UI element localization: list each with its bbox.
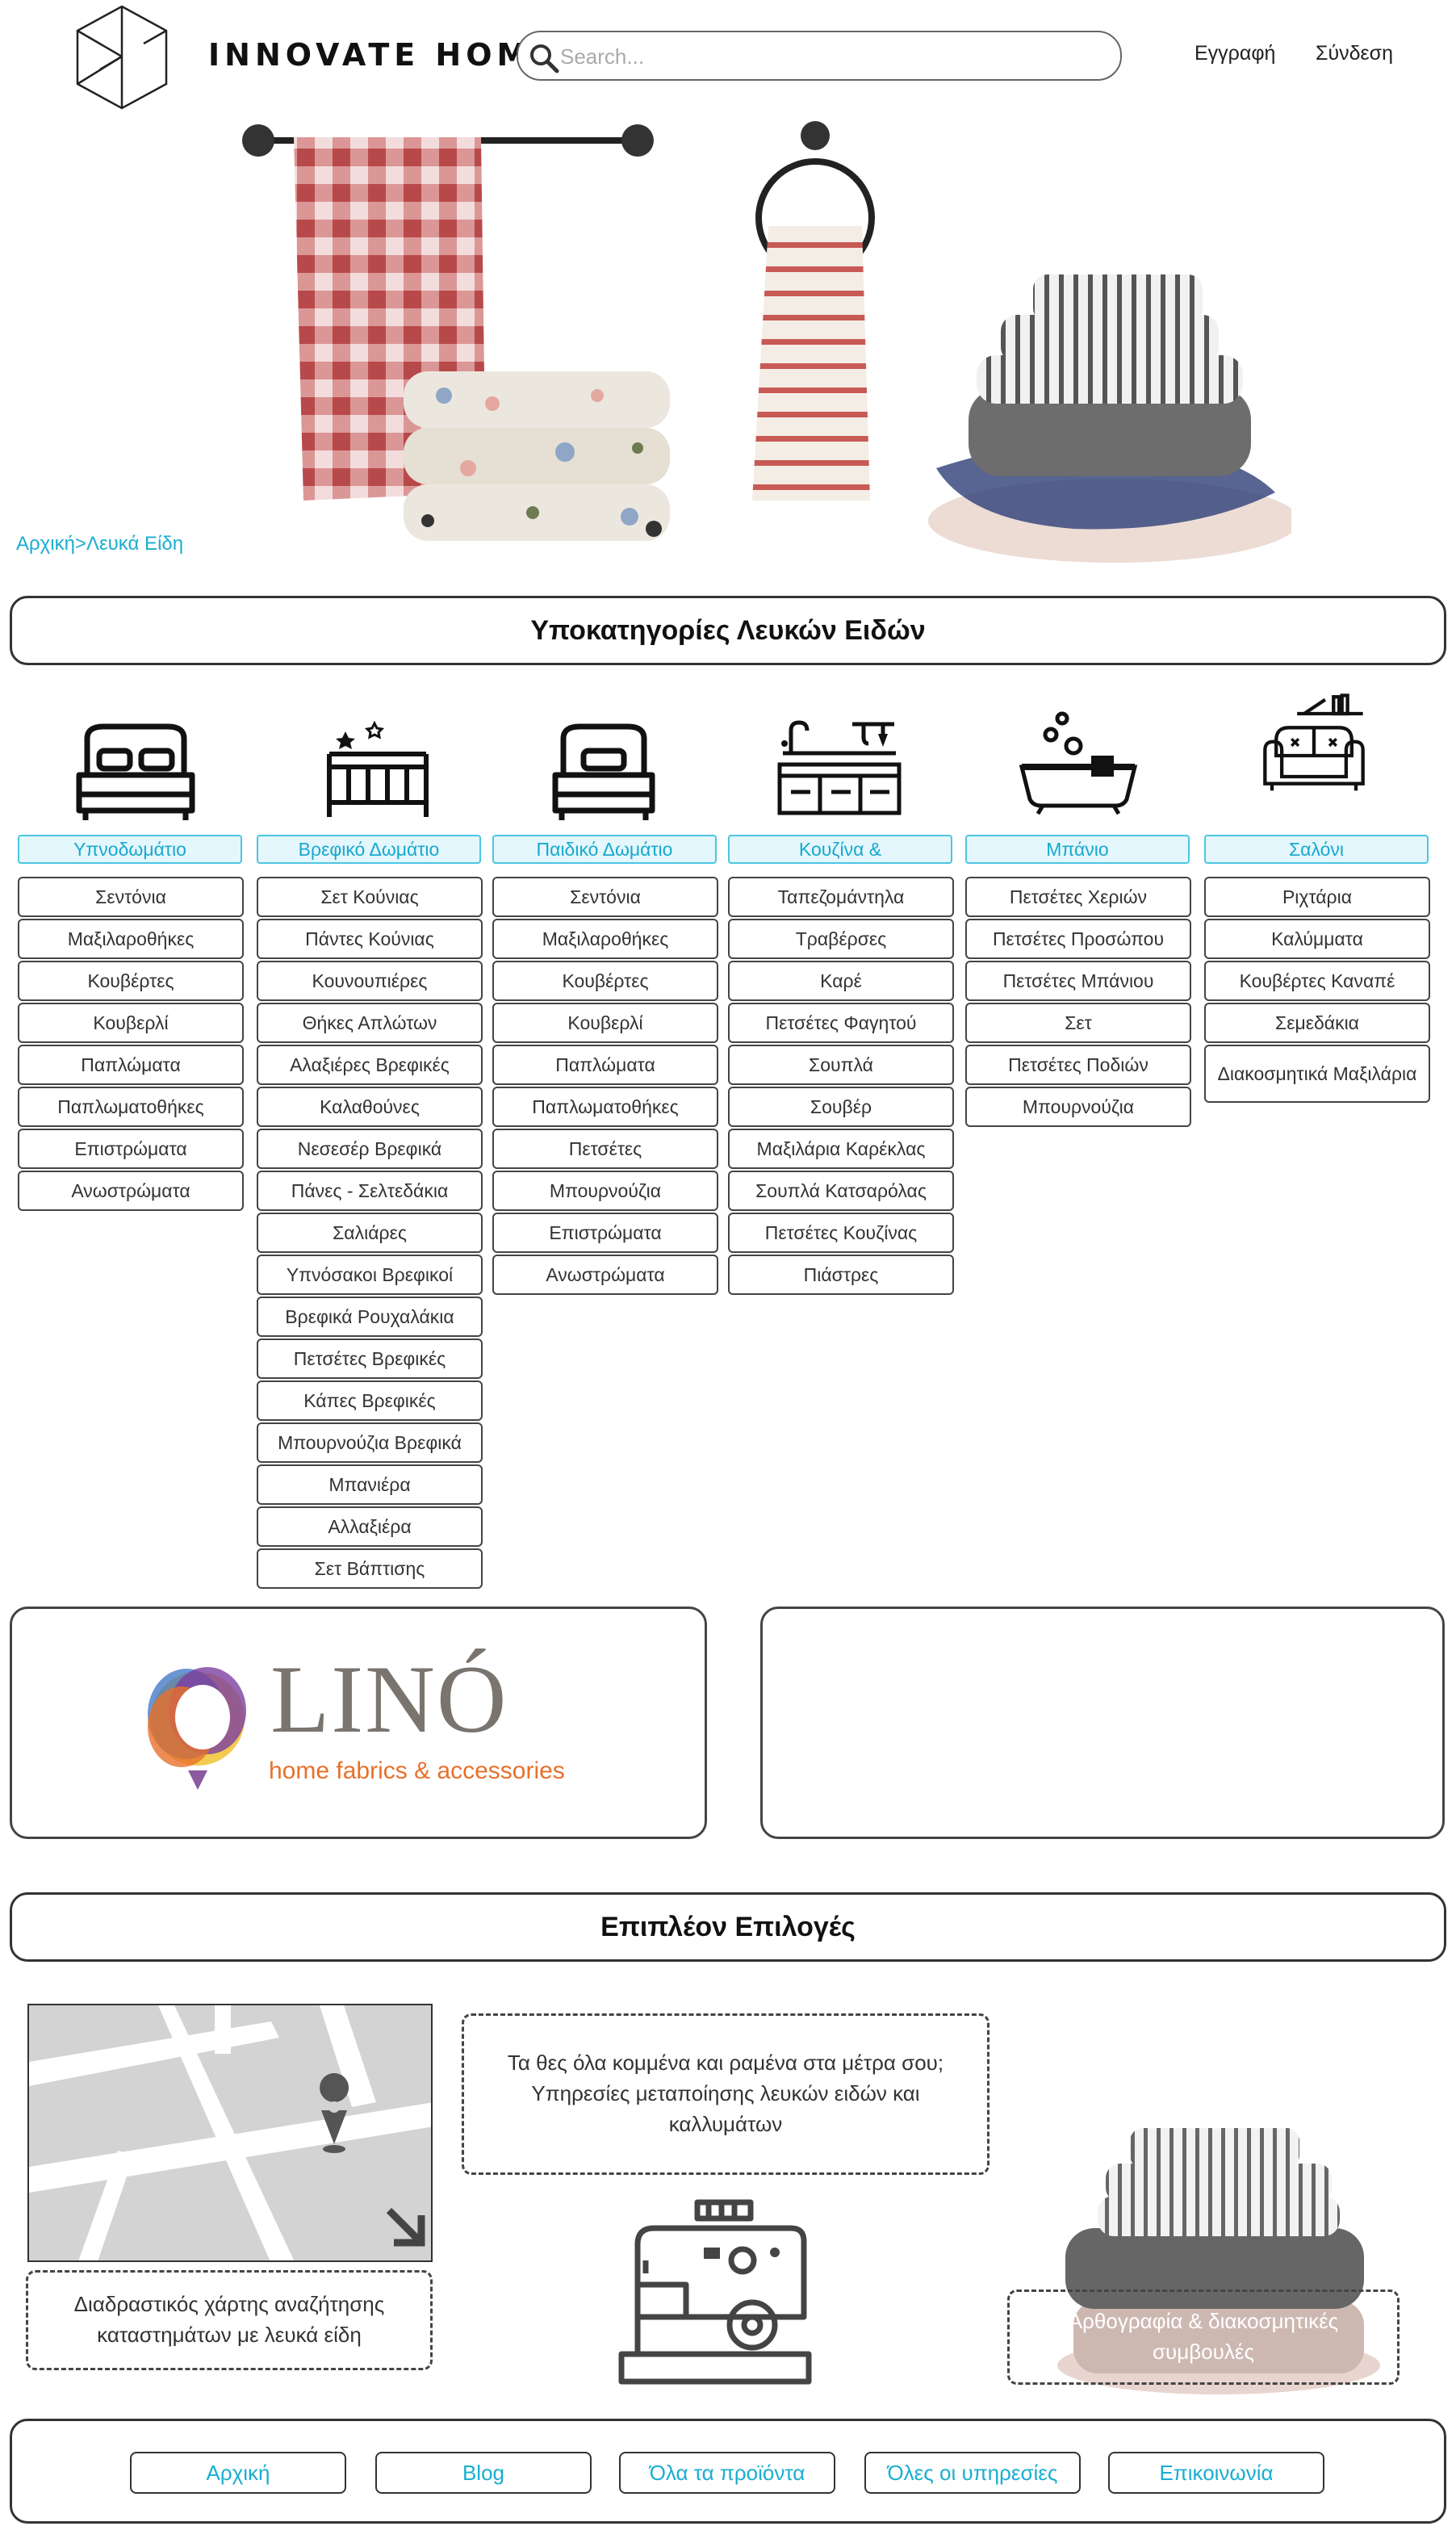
breadcrumb-current[interactable]: Λευκά Είδη bbox=[86, 533, 183, 555]
category-header-bathroom[interactable]: Μπάνιο bbox=[965, 835, 1190, 864]
subcategory-item[interactable]: Καρέ bbox=[728, 961, 954, 1001]
search-icon[interactable] bbox=[528, 42, 560, 74]
subcategory-item[interactable]: Πετσέτες Κουζίνας bbox=[728, 1213, 954, 1253]
subcategory-item[interactable]: Πετσέτες Βρεφικές bbox=[257, 1339, 483, 1379]
subcategory-item[interactable]: Παπλωματοθήκες bbox=[18, 1087, 244, 1127]
subcategory-item[interactable]: Μπουρνούζια Βρεφικά bbox=[257, 1422, 483, 1463]
subcategory-item[interactable]: Μπουρνούζια bbox=[492, 1171, 718, 1211]
subcategory-item[interactable]: Βρεφικά Ρουχαλάκια bbox=[257, 1297, 483, 1337]
subcategory-item[interactable]: Επιστρώματα bbox=[18, 1129, 244, 1169]
subcategory-item[interactable]: Διακοσμητικά Μαξιλάρια bbox=[1204, 1045, 1430, 1103]
more-options-heading: Επιπλέον Επιλογές bbox=[10, 1892, 1446, 1962]
footer: Αρχική Blog Όλα τα προϊόντα Όλες οι υπηρ… bbox=[10, 2419, 1446, 2524]
subcategory-item[interactable]: Νεσεσέρ Βρεφικά bbox=[257, 1129, 483, 1169]
subcategory-item[interactable]: Σεμεδάκια bbox=[1204, 1003, 1430, 1043]
subcategory-item[interactable]: Υπνόσακοι Βρεφικοί bbox=[257, 1255, 483, 1295]
subcategory-item[interactable]: Μαξιλαροθήκες bbox=[492, 919, 718, 959]
breadcrumb-home[interactable]: Αρχική bbox=[16, 533, 75, 555]
subcategory-item[interactable]: Ριχτάρια bbox=[1204, 877, 1430, 917]
subcategory-item[interactable]: Μαξιλάρια Καρέκλας bbox=[728, 1129, 954, 1169]
subcategory-item[interactable]: Πάντες Κούνιας bbox=[257, 919, 483, 959]
sofa-icon bbox=[1263, 693, 1365, 791]
subcategory-item[interactable]: Ανωστρώματα bbox=[18, 1171, 244, 1211]
search-bar[interactable] bbox=[517, 31, 1122, 81]
partner-card-lino[interactable]: LINÓ home fabrics & accessories bbox=[10, 1607, 707, 1839]
subcategory-item[interactable]: Σουπλά bbox=[728, 1045, 954, 1085]
subcategory-item[interactable]: Παπλώματα bbox=[492, 1045, 718, 1085]
subcategory-item[interactable]: Καλαθούνες bbox=[257, 1087, 483, 1127]
subcategory-item[interactable]: Παπλωματοθήκες bbox=[492, 1087, 718, 1127]
category-header-kids-room[interactable]: Παιδικό Δωμάτιο bbox=[492, 835, 717, 864]
subcategory-item[interactable]: Επιστρώματα bbox=[492, 1213, 718, 1253]
subcategory-item[interactable]: Σουπλά Κατσαρόλας bbox=[728, 1171, 954, 1211]
sewing-machine-icon bbox=[618, 2199, 812, 2385]
subcategory-item[interactable]: Πετσέτες Χεριών bbox=[965, 877, 1191, 917]
subcategory-item[interactable]: Σεντόνια bbox=[18, 877, 244, 917]
subcategory-item[interactable]: Πετσέτες Προσώπου bbox=[965, 919, 1191, 959]
subcategory-item[interactable]: Σεντόνια bbox=[492, 877, 718, 917]
subcategory-item[interactable]: Σαλιάρες bbox=[257, 1213, 483, 1253]
subcategory-item[interactable]: Σετ bbox=[965, 1003, 1191, 1043]
hero-linens-image bbox=[242, 121, 1291, 563]
category-header-nursery[interactable]: Βρεφικό Δωμάτιο bbox=[257, 835, 481, 864]
subcategory-item[interactable]: Σετ Βάπτισης bbox=[257, 1548, 483, 1589]
subcategory-item[interactable]: Πιάστρες bbox=[728, 1255, 954, 1295]
crib-icon bbox=[327, 720, 429, 817]
kitchen-icon bbox=[777, 720, 902, 815]
subcategory-item[interactable]: Κουβερλί bbox=[492, 1003, 718, 1043]
subcategory-item[interactable]: Πάνες - Σελτεδάκια bbox=[257, 1171, 483, 1211]
map-illustration bbox=[29, 2005, 431, 2260]
subcategory-item[interactable]: Ανωστρώματα bbox=[492, 1255, 718, 1295]
subcategory-item[interactable]: Αλαξιέρες Βρεφικές bbox=[257, 1045, 483, 1085]
footer-link-blog[interactable]: Blog bbox=[375, 2452, 592, 2494]
subcategory-item[interactable]: Κουβέρτες bbox=[492, 961, 718, 1001]
category-header-bedroom[interactable]: Υπνοδωμάτιο bbox=[18, 835, 242, 864]
partner-brand: LINÓ bbox=[270, 1645, 508, 1753]
bathtub-icon bbox=[1019, 711, 1138, 815]
subcategory-item[interactable]: Ταπεζομάντηλα bbox=[728, 877, 954, 917]
single-bed-icon bbox=[552, 723, 655, 820]
subcategory-item[interactable]: Κάπες Βρεφικές bbox=[257, 1380, 483, 1421]
subcategory-item[interactable]: Παπλώματα bbox=[18, 1045, 244, 1085]
login-link[interactable]: Σύνδεση bbox=[1316, 42, 1393, 65]
subcategory-item[interactable]: Αλλαξιέρα bbox=[257, 1506, 483, 1547]
subcategory-item[interactable]: Καλύμματα bbox=[1204, 919, 1430, 959]
partner-card-empty[interactable] bbox=[760, 1607, 1445, 1839]
subcategory-item[interactable]: Σουβέρ bbox=[728, 1087, 954, 1127]
articles-box[interactable]: Αρθογραφία & διακοσμητικές συμβουλές bbox=[1007, 2290, 1400, 2385]
subcategories-heading: Υποκατηγορίες Λευκών Ειδών bbox=[10, 596, 1446, 665]
logo-cube-icon[interactable] bbox=[71, 0, 173, 115]
category-header-living-room[interactable]: Σαλόνι bbox=[1204, 835, 1429, 864]
search-input[interactable] bbox=[560, 37, 1109, 76]
subcategory-item[interactable]: Μπουρνούζια bbox=[965, 1087, 1191, 1127]
breadcrumb-separator: > bbox=[74, 533, 86, 555]
partner-tagline: home fabrics & accessories bbox=[269, 1757, 565, 1784]
breadcrumb: Αρχική>Λευκά Είδη bbox=[16, 533, 183, 555]
register-link[interactable]: Εγγραφή bbox=[1195, 42, 1275, 65]
footer-link-all-services[interactable]: Όλες οι υπηρεσίες bbox=[864, 2452, 1081, 2494]
subcategory-item[interactable]: Σετ Κούνιας bbox=[257, 877, 483, 917]
subcategory-item[interactable]: Πετσέτες Μπάνιου bbox=[965, 961, 1191, 1001]
tailoring-services-box[interactable]: Τα θες όλα κομμένα και ραμένα στα μέτρα … bbox=[462, 2013, 989, 2175]
bed-icon bbox=[76, 723, 195, 820]
footer-link-contact[interactable]: Επικοινωνία bbox=[1108, 2452, 1324, 2494]
store-map[interactable] bbox=[27, 2004, 433, 2262]
subcategory-item[interactable]: Μαξιλαροθήκες bbox=[18, 919, 244, 959]
subcategory-item[interactable]: Πετσέτες Ποδιών bbox=[965, 1045, 1191, 1085]
category-header-kitchen[interactable]: Κουζίνα & bbox=[728, 835, 952, 864]
subcategory-item[interactable]: Κουνουπιέρες bbox=[257, 961, 483, 1001]
subcategory-item[interactable]: Πετσέτες bbox=[492, 1129, 718, 1169]
subcategory-item[interactable]: Θήκες Απλώτων bbox=[257, 1003, 483, 1043]
footer-link-all-products[interactable]: Όλα τα προϊόντα bbox=[619, 2452, 835, 2494]
footer-link-home[interactable]: Αρχική bbox=[130, 2452, 346, 2494]
subcategory-item[interactable]: Κουβέρτες bbox=[18, 961, 244, 1001]
brand-name[interactable]: INNOVATE HOME bbox=[208, 37, 558, 73]
subcategory-item[interactable]: Μπανιέρα bbox=[257, 1464, 483, 1505]
subcategory-item[interactable]: Κουβερλί bbox=[18, 1003, 244, 1043]
subcategory-item[interactable]: Κουβέρτες Καναπέ bbox=[1204, 961, 1430, 1001]
subcategory-item[interactable]: Πετσέτες Φαγητού bbox=[728, 1003, 954, 1043]
subcategory-item[interactable]: Τραβέρσες bbox=[728, 919, 954, 959]
map-caption-box[interactable]: Διαδραστικός χάρτης αναζήτησης καταστημά… bbox=[26, 2270, 433, 2370]
